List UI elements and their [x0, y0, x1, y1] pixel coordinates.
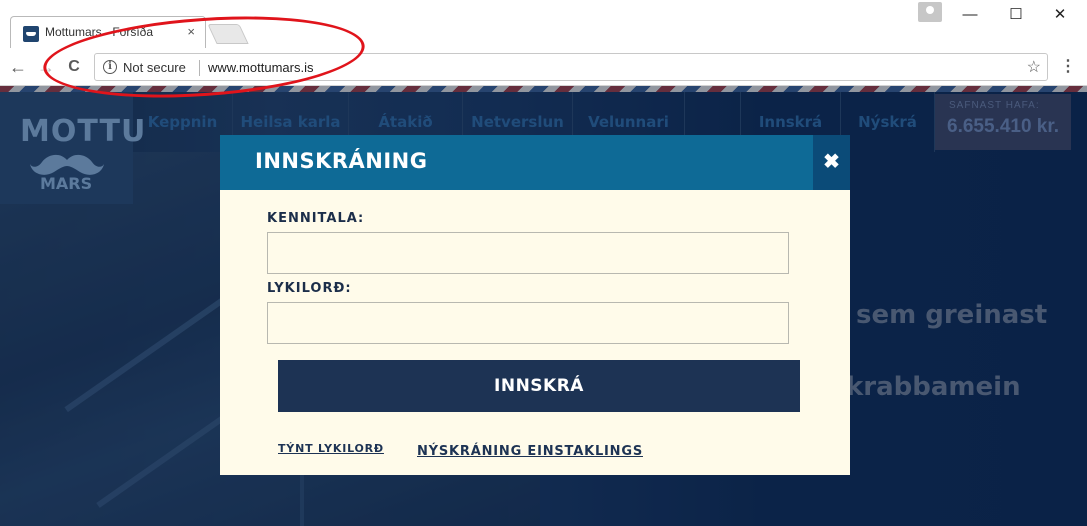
kennitala-input[interactable] — [267, 232, 789, 274]
reload-button[interactable]: C — [62, 55, 86, 79]
new-tab-button[interactable] — [207, 24, 249, 44]
close-window-button[interactable]: ✕ — [1040, 4, 1080, 26]
address-bar[interactable]: i Not secure www.mottumars.is ☆ — [94, 53, 1048, 81]
browser-menu-icon[interactable]: ⋮ — [1060, 56, 1076, 78]
site-favicon-icon — [23, 26, 39, 42]
password-label: LYKILORÐ: — [267, 281, 352, 296]
minimize-button[interactable]: — — [950, 4, 990, 26]
login-button[interactable]: INNSKRÁ — [278, 360, 800, 412]
back-button[interactable]: ← — [6, 55, 30, 79]
security-label[interactable]: Not secure — [123, 60, 186, 75]
profile-icon[interactable] — [918, 2, 942, 22]
password-input[interactable] — [267, 302, 789, 344]
modal-title: INNSKRÁNING — [255, 149, 428, 173]
close-icon[interactable]: ✖ — [813, 135, 850, 190]
tab-title: Mottumars - Forsíða — [45, 25, 154, 39]
forgot-password-link[interactable]: TÝNT LYKILORÐ — [278, 442, 384, 455]
browser-toolbar: ← → C i Not secure www.mottumars.is ☆ ⋮ — [0, 48, 1087, 86]
modal-header: INNSKRÁNING ✖ — [220, 135, 850, 190]
info-icon[interactable]: i — [103, 60, 117, 74]
url-text[interactable]: www.mottumars.is — [208, 60, 313, 75]
kennitala-label: KENNITALA: — [267, 211, 365, 226]
browser-titlebar: Mottumars - Forsíða × — ☐ ✕ — [0, 0, 1087, 48]
maximize-button[interactable]: ☐ — [996, 4, 1036, 26]
forward-button[interactable]: → — [34, 55, 58, 79]
omnibox-divider — [199, 60, 200, 76]
tab-close-icon[interactable]: × — [187, 24, 195, 39]
browser-tab[interactable]: Mottumars - Forsíða × — [10, 16, 206, 48]
login-modal: INNSKRÁNING ✖ KENNITALA: LYKILORÐ: INNSK… — [220, 135, 850, 475]
register-link[interactable]: NÝSKRÁNING EINSTAKLINGS — [417, 444, 643, 459]
bookmark-star-icon[interactable]: ☆ — [1027, 57, 1041, 77]
